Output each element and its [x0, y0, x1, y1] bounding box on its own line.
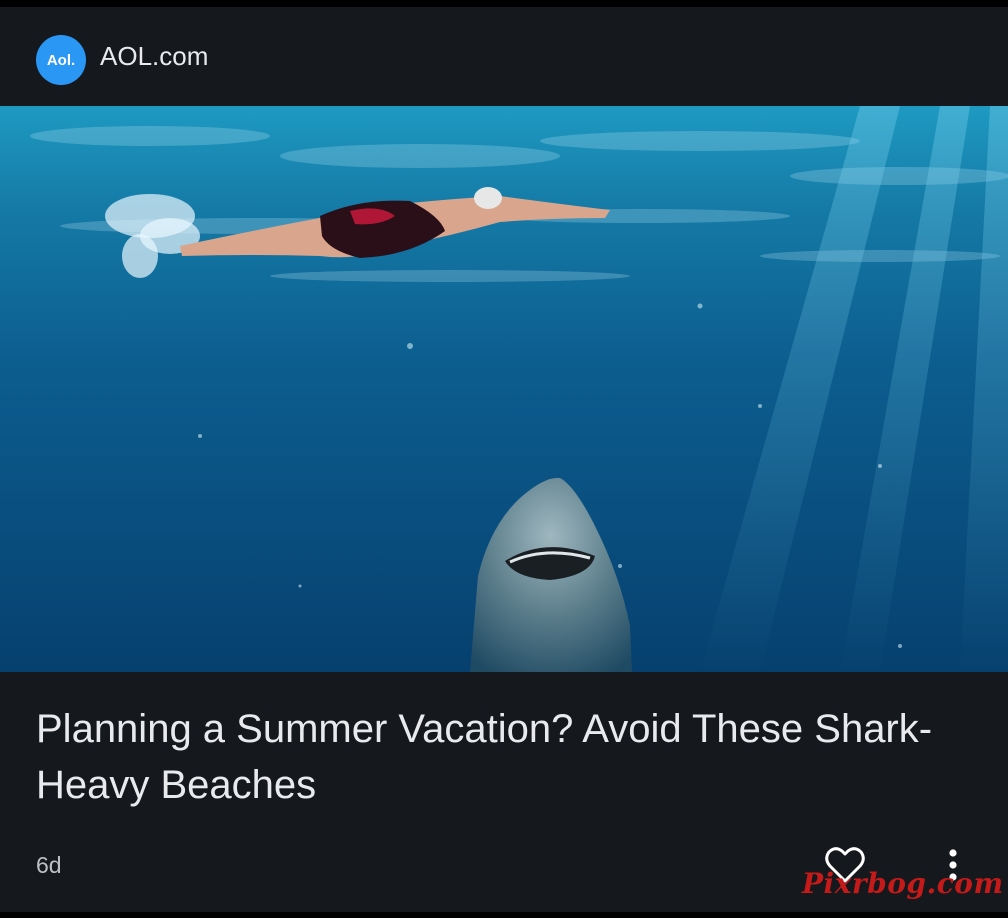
news-card[interactable]: Aol. AOL.com Planning a Summer Vacation?…: [0, 7, 1008, 912]
like-button[interactable]: [822, 843, 868, 887]
article-age: 6d: [36, 852, 62, 878]
article-headline[interactable]: Planning a Summer Vacation? Avoid These …: [36, 701, 976, 813]
article-image[interactable]: [0, 106, 1008, 672]
aol-logo: Aol.: [36, 35, 86, 85]
vertical-dots-icon: [949, 849, 957, 881]
source-name[interactable]: AOL.com: [100, 41, 208, 72]
card-header: Aol. AOL.com: [0, 7, 1008, 106]
logo-text: Aol.: [46, 51, 76, 69]
more-options-button[interactable]: [934, 843, 972, 887]
hero-illustration: [0, 106, 1008, 672]
heart-outline-icon: [825, 847, 865, 883]
